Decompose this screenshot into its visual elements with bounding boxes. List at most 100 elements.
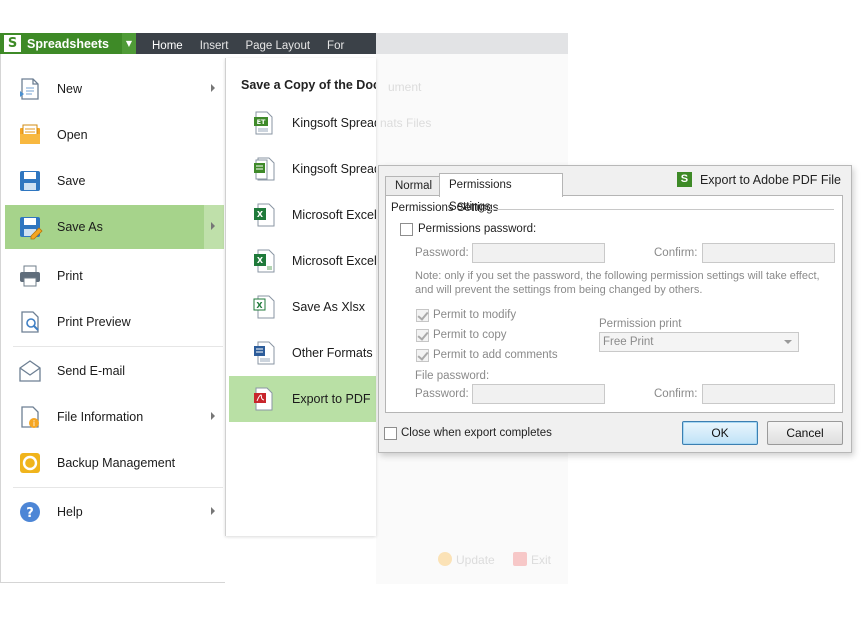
submenu-item-kingsoft-ett[interactable]: Kingsoft Spreads — [229, 146, 376, 192]
menu-item-label: Save As — [57, 220, 103, 234]
menu-item-new[interactable]: New — [5, 67, 224, 111]
permit-comments-label: Permit to add comments — [433, 349, 558, 361]
svg-text:X: X — [257, 210, 264, 219]
menu-item-label: Backup Management — [57, 456, 176, 470]
ok-button[interactable]: OK — [682, 421, 758, 445]
update-icon — [438, 552, 452, 566]
tab-home[interactable]: Home — [136, 33, 183, 54]
menu-item-label: New — [57, 82, 83, 96]
faded-exit-label: Exit — [531, 553, 552, 567]
tab-insert[interactable]: Insert — [183, 33, 229, 54]
menu-item-label: Print — [57, 269, 83, 283]
app-name: Spreadsheets — [27, 36, 109, 51]
menu-item-file-information[interactable]: i File Information — [5, 395, 224, 439]
submenu-item-save-as-xlsx[interactable]: X Save As Xlsx — [229, 284, 376, 330]
print-preview-icon — [17, 309, 43, 335]
file-password-field[interactable] — [472, 384, 605, 404]
cancel-button[interactable]: Cancel — [767, 421, 843, 445]
menu-item-backup-management[interactable]: Backup Management — [5, 441, 224, 485]
menu-item-help[interactable]: ? Help — [5, 490, 224, 534]
menu-item-save-as[interactable]: Save As — [5, 205, 224, 249]
chevron-down-icon — [784, 340, 792, 344]
svg-text:ET: ET — [257, 118, 266, 126]
permissions-password-field[interactable] — [472, 243, 605, 263]
ribbon-bar-faded — [376, 33, 568, 54]
file-confirm-field[interactable] — [702, 384, 835, 404]
submenu-item-excel-xls[interactable]: X Microsoft Excel 9 — [229, 192, 376, 238]
faded-text: nats Files — [380, 116, 432, 130]
chevron-right-icon — [211, 84, 215, 92]
app-logo-icon: S — [4, 35, 21, 52]
menu-item-print[interactable]: Print — [5, 254, 224, 298]
divider — [484, 209, 834, 210]
xlsx-file-icon: X — [253, 295, 275, 319]
open-folder-icon — [17, 122, 43, 148]
file-info-icon: i — [17, 404, 43, 430]
other-formats-icon — [253, 341, 275, 365]
submenu-item-label: Save As Xlsx — [292, 300, 365, 314]
permission-print-select[interactable]: Free Print — [599, 332, 799, 352]
permissions-password-checkbox[interactable] — [400, 223, 413, 236]
menu-item-label: Print Preview — [57, 315, 131, 329]
app-logo-icon: S — [676, 172, 692, 187]
divider — [13, 487, 223, 488]
xlt-template-icon: X — [253, 249, 275, 273]
file-menu: New Open Save Save As Print Print Previe… — [0, 54, 225, 583]
dialog-title: S Export to Adobe PDF File — [676, 172, 841, 187]
permit-copy-label: Permit to copy — [433, 329, 507, 341]
close-when-done-label: Close when export completes — [401, 427, 552, 439]
pdf-file-icon — [253, 387, 275, 411]
menu-item-label: Save — [57, 174, 86, 188]
svg-text:?: ? — [26, 506, 34, 521]
new-document-icon — [17, 76, 43, 102]
close-when-done-checkbox[interactable] — [384, 427, 397, 440]
menu-item-open[interactable]: Open — [5, 113, 224, 157]
tab-page-layout[interactable]: Page Layout — [228, 33, 310, 54]
svg-text:X: X — [257, 256, 264, 265]
permit-copy-checkbox[interactable] — [416, 329, 429, 342]
ett-template-icon — [253, 157, 275, 181]
submenu-item-label: Other Formats — [292, 346, 373, 360]
permit-modify-checkbox[interactable] — [416, 309, 429, 322]
app-menu-button[interactable]: S Spreadsheets ▼ — [0, 33, 136, 54]
permit-comments-checkbox[interactable] — [416, 349, 429, 362]
xls-file-icon: X — [253, 203, 275, 227]
ribbon-tabs: Home Insert Page Layout For — [136, 33, 344, 54]
save-as-icon — [17, 214, 43, 240]
menu-item-send-email[interactable]: Send E-mail — [5, 349, 224, 393]
dialog-title-text: Export to Adobe PDF File — [699, 172, 841, 187]
menu-item-label: Help — [57, 505, 83, 519]
menu-item-label: Send E-mail — [57, 364, 126, 378]
chevron-down-icon[interactable]: ▼ — [122, 33, 136, 54]
menu-item-save[interactable]: Save — [5, 159, 224, 203]
submenu-item-excel-xlt[interactable]: X Microsoft Excel 9 — [229, 238, 376, 284]
submenu-item-kingsoft-et[interactable]: ET Kingsoft Spreads — [229, 100, 376, 146]
permissions-panel: Permissions Settings Permissions passwor… — [385, 195, 843, 413]
divider — [13, 346, 223, 347]
tab-normal[interactable]: Normal — [385, 176, 440, 196]
printer-icon — [17, 263, 43, 289]
submenu-item-label: Kingsoft Spreads — [292, 162, 376, 176]
menu-item-print-preview[interactable]: Print Preview — [5, 300, 224, 344]
submenu-item-label: Kingsoft Spreads — [292, 116, 376, 130]
svg-text:X: X — [256, 301, 263, 310]
save-disk-icon — [17, 168, 43, 194]
file-password-field-label: Password: — [415, 388, 469, 400]
tab-formulas[interactable]: For — [310, 33, 344, 54]
chevron-right-icon — [211, 507, 215, 515]
help-icon: ? — [17, 499, 43, 525]
permit-modify-label: Permit to modify — [433, 309, 517, 321]
tab-permissions-settings[interactable]: Permissions Settings — [439, 173, 563, 213]
submenu-item-other-formats[interactable]: Other Formats — [229, 330, 376, 376]
permissions-note: Note: only if you set the password, the … — [415, 270, 820, 296]
chevron-right-icon — [211, 412, 215, 420]
faded-update-label: Update — [456, 553, 495, 567]
permissions-confirm-field[interactable] — [702, 243, 835, 263]
file-password-label: File password: — [415, 370, 490, 382]
submenu-item-export-pdf[interactable]: Export to PDF — [229, 376, 376, 422]
confirm-label: Confirm: — [654, 247, 698, 259]
chevron-right-icon — [211, 222, 215, 230]
permission-print-label: Permission print — [599, 318, 682, 330]
save-as-submenu: Save a Copy of the Docu ET Kingsoft Spre… — [225, 58, 376, 536]
export-pdf-dialog: Normal Permissions Settings S Export to … — [378, 165, 852, 453]
